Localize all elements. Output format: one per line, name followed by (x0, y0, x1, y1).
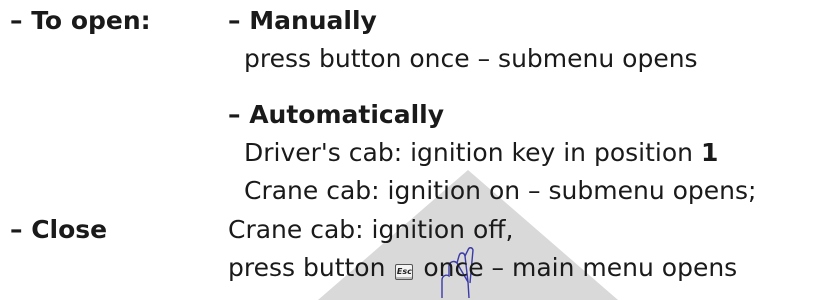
esc-key-icon: Esc (395, 264, 414, 280)
auto-title: – Automatically (228, 100, 445, 129)
ignition-position-value: 1 (700, 138, 719, 167)
close-line-1: Crane cab: ignition off, (228, 215, 514, 244)
auto-line-1: Driver's cab: ignition key in position 1 (244, 134, 718, 172)
close-label: – Close (10, 215, 108, 244)
auto-line-1-text: Driver's cab: ignition key in position (244, 138, 693, 167)
close-line-2-prefix: press button (228, 253, 386, 282)
auto-line-2: Crane cab: ignition on – submenu opens; (244, 176, 757, 205)
close-line-2-suffix: once – main menu opens (423, 253, 738, 282)
manual-title: – Manually (228, 6, 377, 35)
close-line-2: press button Esc once – main menu opens (228, 249, 737, 287)
manual-text: press button once – submenu opens (244, 44, 698, 73)
open-label: – To open: (10, 6, 151, 35)
